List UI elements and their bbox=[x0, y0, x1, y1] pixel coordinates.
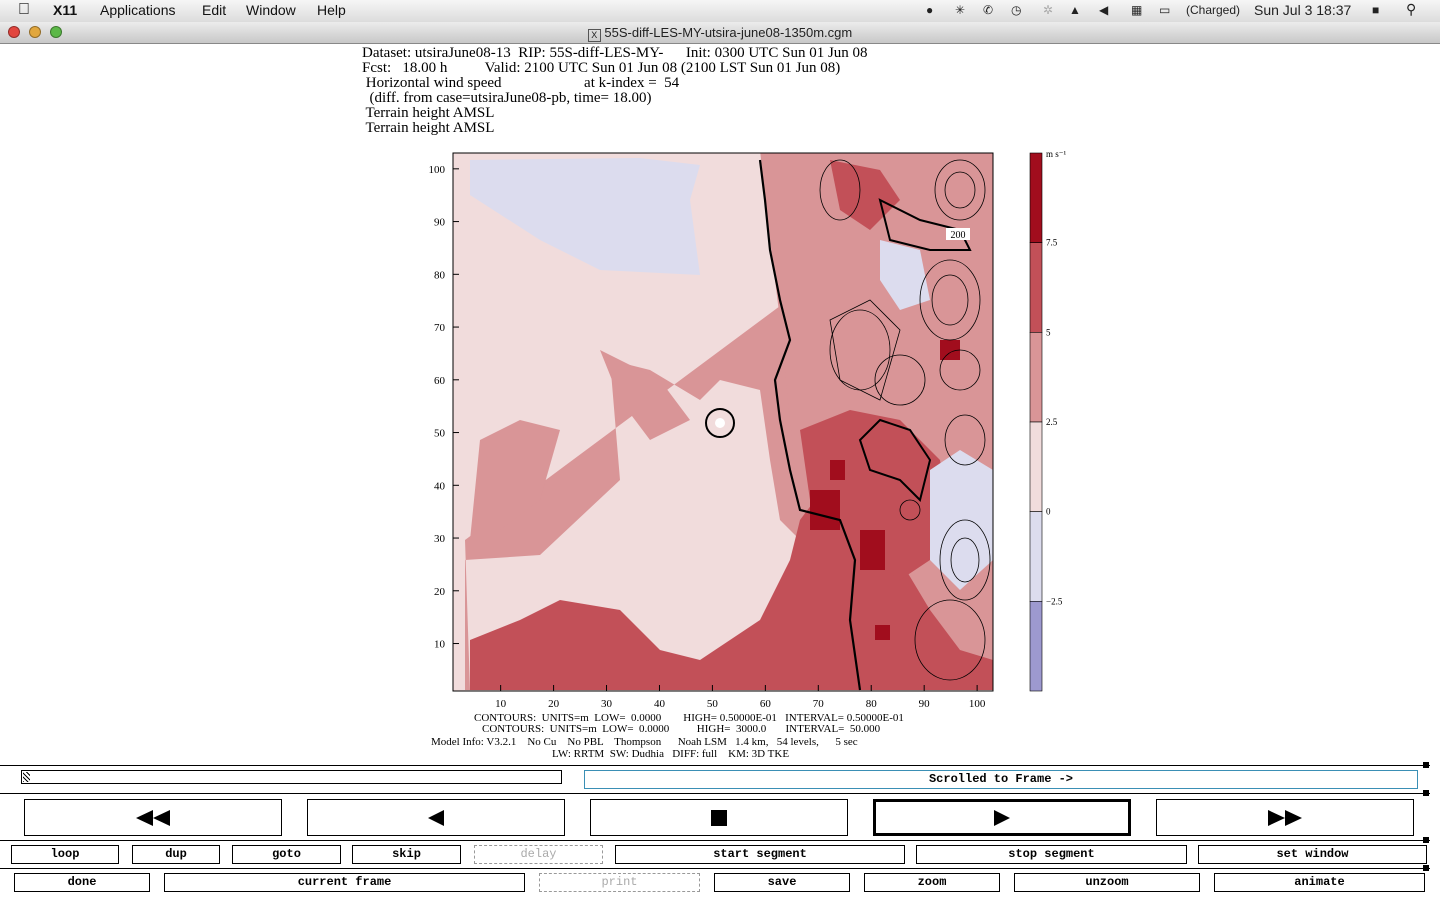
divider bbox=[0, 868, 1430, 869]
frame-status: Scrolled to Frame -> bbox=[584, 770, 1418, 789]
wind-speed-plot: 200 10 20 30 40 50 60 70 80 90 100 10203040506070… bbox=[429, 149, 1067, 710]
colorbar-swatch bbox=[1029, 242, 1043, 333]
y-tick-label: 30 bbox=[434, 533, 446, 545]
x-tick-label: 20 bbox=[548, 698, 560, 710]
heatmap-field: 200 bbox=[453, 153, 993, 691]
colorbar-swatch bbox=[1029, 511, 1043, 602]
x-tick-label: 80 bbox=[866, 698, 878, 710]
divider bbox=[0, 793, 1430, 794]
divider bbox=[0, 765, 1430, 766]
skip-button[interactable]: skip bbox=[352, 845, 461, 864]
x-tick-label: 40 bbox=[654, 698, 666, 710]
divider bbox=[0, 840, 1430, 841]
colorbar-tick-label: 2.5 bbox=[1046, 417, 1058, 427]
colorbar: 7.5 5 2.5 0 −2.5 bbox=[1029, 152, 1063, 692]
dup-button[interactable]: dup bbox=[132, 845, 220, 864]
current-frame-button[interactable]: current frame bbox=[164, 873, 525, 892]
x-tick-label: 90 bbox=[919, 698, 931, 710]
save-button[interactable]: save bbox=[714, 873, 850, 892]
x-tick-label: 30 bbox=[601, 698, 613, 710]
step-back-icon bbox=[428, 809, 444, 826]
goto-button[interactable]: goto bbox=[232, 845, 341, 864]
colorbar-swatch bbox=[1029, 152, 1043, 243]
contour-label: 200 bbox=[951, 230, 966, 241]
colorbar-tick-label: −2.5 bbox=[1046, 596, 1063, 606]
footer-line-4: LW: RRTM SW: Dudhia DIFF: full KM: 3D TK… bbox=[552, 748, 790, 760]
x-tick-label: 50 bbox=[707, 698, 719, 710]
x-tick-label: 60 bbox=[760, 698, 772, 710]
y-tick-label: 100 bbox=[429, 164, 446, 176]
print-button[interactable]: print bbox=[539, 873, 700, 892]
y-tick-label: 50 bbox=[434, 428, 446, 440]
scrollbar-thumb[interactable] bbox=[23, 772, 30, 782]
zoom-button-ctl[interactable]: zoom bbox=[864, 873, 1000, 892]
fast-forward-button[interactable] bbox=[1156, 799, 1414, 836]
fast-rewind-icon bbox=[136, 809, 170, 826]
field-level-above-7.5 bbox=[810, 490, 840, 530]
footer-line-3: Model Info: V3.2.1 No Cu No PBL Thompson… bbox=[431, 736, 858, 748]
fast-rewind-button[interactable] bbox=[24, 799, 282, 836]
x-tick-label: 70 bbox=[813, 698, 825, 710]
colorbar-swatch bbox=[1029, 601, 1043, 692]
x-tick-label: 10 bbox=[495, 698, 507, 710]
delay-button[interactable]: delay bbox=[474, 845, 603, 864]
start-segment-button[interactable]: start segment bbox=[615, 845, 905, 864]
colorbar-swatch bbox=[1029, 421, 1043, 512]
y-tick-label: 10 bbox=[434, 639, 446, 651]
x-tick-label: 100 bbox=[969, 698, 986, 710]
animate-button[interactable]: animate bbox=[1214, 873, 1425, 892]
y-tick-label: 70 bbox=[434, 322, 446, 334]
colorbar-tick-label: 7.5 bbox=[1046, 238, 1058, 248]
step-back-button[interactable] bbox=[307, 799, 565, 836]
colorbar-tick-label: 0 bbox=[1046, 507, 1051, 517]
y-tick-label: 90 bbox=[434, 217, 446, 229]
y-tick-label: 20 bbox=[434, 586, 446, 598]
loop-button[interactable]: loop bbox=[11, 845, 119, 864]
play-button[interactable] bbox=[873, 799, 1131, 836]
y-tick-label: 40 bbox=[434, 480, 446, 492]
set-window-button[interactable]: set window bbox=[1198, 845, 1427, 864]
fast-forward-icon bbox=[1268, 809, 1302, 826]
unzoom-button[interactable]: unzoom bbox=[1014, 873, 1200, 892]
colorbar-tick-label: 5 bbox=[1046, 327, 1051, 337]
footer-line-2: CONTOURS: UNITS=m LOW= 0.0000 HIGH= 3000… bbox=[482, 723, 881, 735]
frame-scrollbar[interactable] bbox=[21, 770, 562, 784]
y-tick-label: 60 bbox=[434, 375, 446, 387]
stop-button[interactable] bbox=[590, 799, 848, 836]
y-tick-label: 80 bbox=[434, 269, 446, 281]
done-button[interactable]: done bbox=[14, 873, 150, 892]
play-icon bbox=[994, 809, 1010, 826]
colorbar-units: m s⁻¹ bbox=[1046, 149, 1067, 159]
stop-segment-button[interactable]: stop segment bbox=[916, 845, 1187, 864]
stop-icon bbox=[711, 809, 727, 826]
colorbar-swatch bbox=[1029, 332, 1043, 423]
